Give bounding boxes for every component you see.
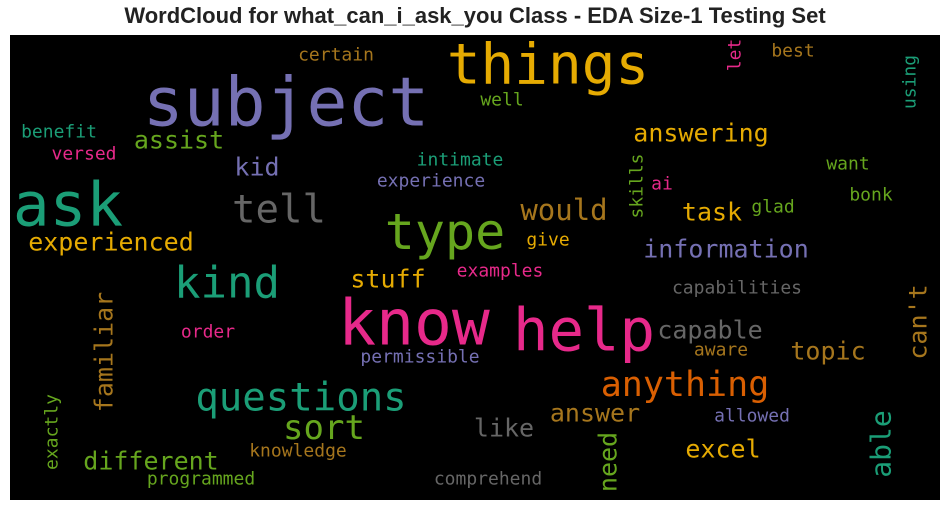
word-capabilities: capabilities [672,278,802,299]
word-let: let [725,39,746,72]
word-best: best [771,41,814,62]
word-give: give [526,230,569,251]
word-things: things [447,35,649,98]
word-kid: kid [234,153,279,182]
word-would: would [520,193,607,227]
word-kind: kind [174,258,280,309]
word-want: want [826,154,869,175]
word-glad: glad [751,197,794,218]
word-information: information [643,235,809,264]
word-stuff: stuff [350,265,425,294]
word-order: order [181,322,235,343]
word-need: need [594,432,623,492]
word-assist: assist [134,126,224,155]
wordcloud: subject thingsask tell typekindknow helpques… [10,35,940,500]
word-help: help [513,296,655,365]
word-well: well [480,90,523,111]
word-familiar: familiar [90,292,119,412]
word-topic: topic [790,337,865,366]
word-certain: certain [298,45,374,66]
word-programmed: programmed [147,469,255,490]
word-aware: aware [694,340,748,361]
word-using: using [900,55,921,109]
word-experience: experience [377,171,485,192]
word-knowledge: knowledge [249,441,347,462]
word-cant: can't [904,284,933,359]
word-permissible: permissible [360,347,479,368]
word-like: like [474,414,534,443]
word-examples: examples [457,261,544,282]
word-type: type [385,203,505,261]
word-answering: answering [633,119,768,148]
word-allowed: allowed [714,406,790,427]
word-excel: excel [685,435,760,464]
word-versed: versed [51,144,116,165]
word-exactly: exactly [42,394,63,470]
word-answer: answer [550,399,640,428]
word-experienced: experienced [28,228,194,257]
word-benefit: benefit [21,122,97,143]
word-ai: ai [651,174,673,195]
word-skills: skills [627,153,648,218]
word-intimate: intimate [417,150,504,171]
word-bonk: bonk [849,185,893,206]
word-able: able [865,410,898,477]
word-comprehend: comprehend [434,469,542,490]
chart-title: WordCloud for what_can_i_ask_you Class -… [124,3,826,28]
word-task: task [682,198,742,227]
word-tell: tell [232,188,326,233]
